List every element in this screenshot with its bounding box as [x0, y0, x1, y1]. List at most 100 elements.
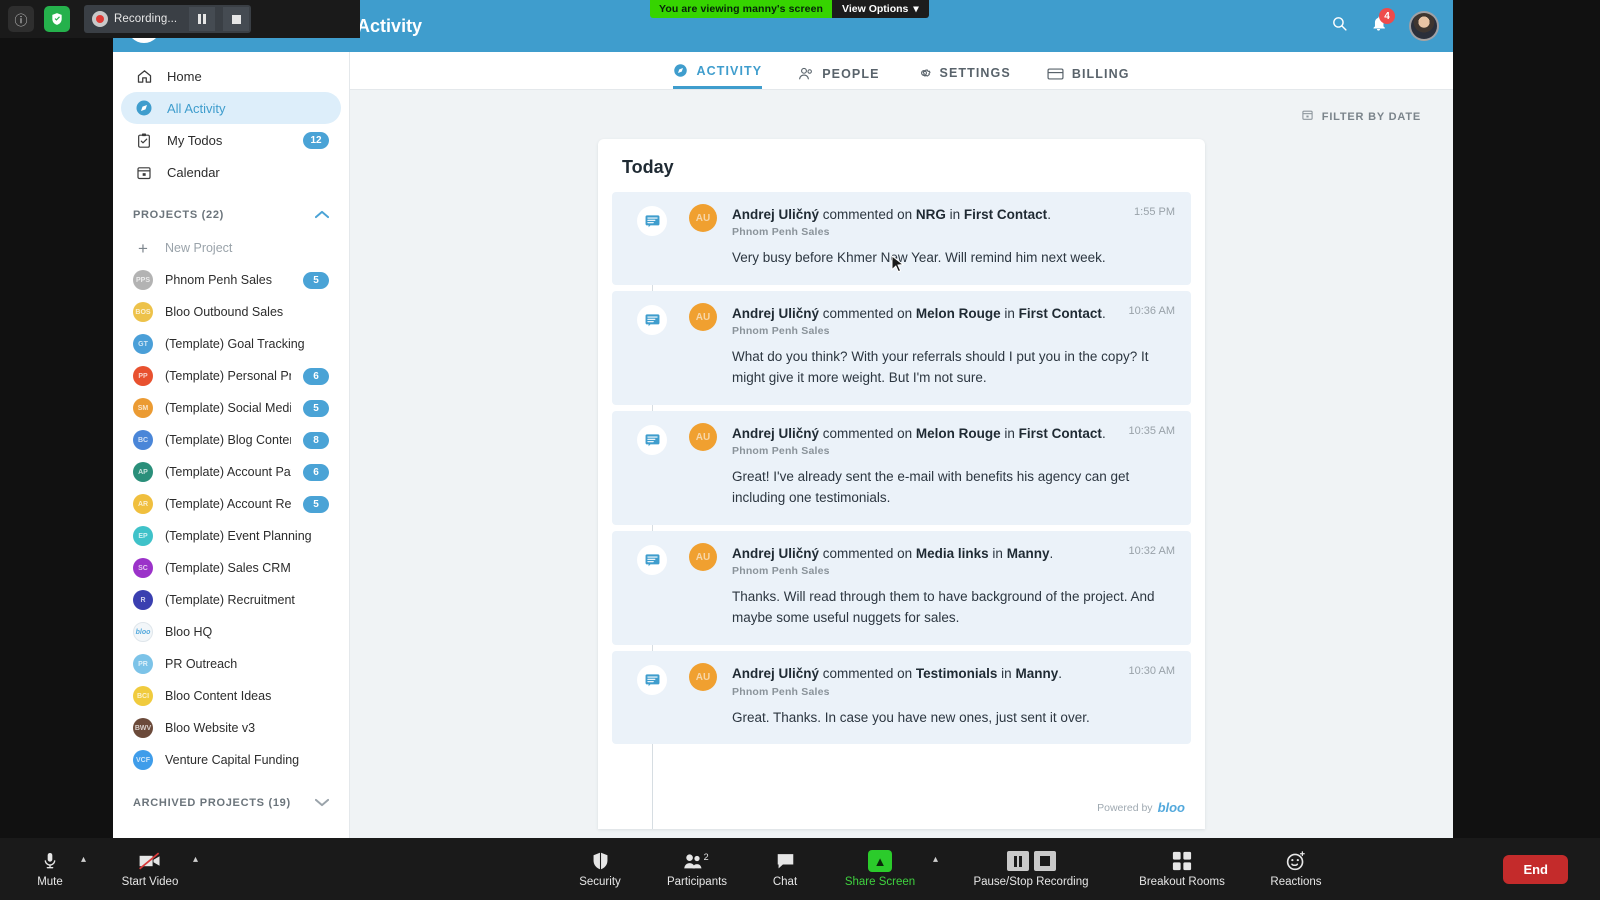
sidebar-project-item[interactable]: BOS Bloo Outbound Sales: [121, 296, 341, 328]
sidebar-project-item[interactable]: R (Template) Recruitment: [121, 584, 341, 616]
tab-activity[interactable]: ACTIVITY: [673, 63, 763, 89]
resources-header[interactable]: RESOURCES: [113, 830, 349, 838]
activity-event[interactable]: AU Andrej Uličný commented on Melon Rouge…: [612, 411, 1191, 526]
reactions-button[interactable]: Reactions: [1260, 850, 1332, 888]
archived-projects-header[interactable]: ARCHIVED PROJECTS (19): [113, 786, 349, 820]
project-count-badge: 6: [303, 367, 329, 385]
end-meeting-button[interactable]: End: [1503, 854, 1568, 884]
pause-icon[interactable]: [1006, 851, 1029, 871]
sidebar-item-home[interactable]: Home: [121, 60, 341, 92]
header-actions: 4: [1331, 8, 1439, 41]
event-main: Andrej Uličný commented on Melon Rouge i…: [732, 305, 1177, 389]
actor-avatar: AU: [689, 543, 717, 572]
sidebar-project-item[interactable]: bloo Bloo HQ: [121, 616, 341, 648]
sidebar-project-item[interactable]: PR PR Outreach: [121, 648, 341, 680]
tab-settings[interactable]: SETTINGS: [916, 65, 1011, 89]
breakout-rooms-button[interactable]: Breakout Rooms: [1130, 850, 1234, 888]
stop-icon[interactable]: [223, 7, 250, 31]
chevron-up-icon[interactable]: ▴: [193, 854, 198, 865]
comment-icon: [637, 206, 667, 236]
avatar[interactable]: [1409, 11, 1439, 41]
chat-button[interactable]: Chat: [762, 850, 808, 888]
shield-icon: [592, 850, 609, 872]
sidebar-item-calendar[interactable]: Calendar: [121, 156, 341, 188]
pause-icon[interactable]: [189, 7, 216, 31]
projects-section-header[interactable]: PROJECTS (22): [113, 198, 349, 232]
view-options-button[interactable]: View Options ▾: [832, 0, 929, 18]
stop-icon[interactable]: [1033, 851, 1056, 871]
new-project-button[interactable]: + New Project: [121, 232, 341, 264]
event-target: NRG: [915, 207, 946, 222]
event-actor: Andrej Uličný: [732, 207, 820, 222]
screen-share-banner: You are viewing manny's screen View Opti…: [650, 0, 929, 18]
shield-icon[interactable]: [44, 6, 70, 32]
start-video-button[interactable]: Start Video ▴: [112, 850, 198, 888]
search-icon[interactable]: [1331, 15, 1348, 37]
project-avatar: EP: [133, 526, 153, 546]
compass-icon: [673, 63, 688, 78]
sidebar-project-item[interactable]: PPS Phnom Penh Sales 5: [121, 264, 341, 296]
event-time: 10:36 AM: [1128, 305, 1175, 318]
sidebar-project-item[interactable]: GT (Template) Goal Tracking: [121, 328, 341, 360]
tab-billing[interactable]: BILLING: [1047, 67, 1130, 89]
bloo-brand-text: bloo: [1157, 800, 1185, 815]
activity-event[interactable]: AU Andrej Uličný commented on Melon Rouge…: [612, 291, 1191, 406]
sidebar-project-item[interactable]: AR (Template) Account Rec... 5: [121, 488, 341, 520]
mouse-cursor: [891, 254, 905, 279]
project-name: (Template) Social Medi...: [165, 401, 291, 415]
participants-button[interactable]: 2 Participants: [658, 850, 736, 888]
pause-stop-recording-label: Pause/Stop Recording: [973, 876, 1089, 888]
sidebar-project-item[interactable]: PP (Template) Personal Pr... 6: [121, 360, 341, 392]
event-verb: commented on: [822, 306, 913, 322]
chevron-down-icon: ▾: [913, 3, 919, 15]
project-avatar: PP: [133, 366, 153, 386]
screen: ⓘ Recording... You are viewing manny's s…: [0, 0, 1600, 900]
chevron-up-icon[interactable]: ▴: [81, 854, 86, 865]
security-button[interactable]: Security: [570, 850, 630, 888]
event-verb: commented on: [822, 207, 913, 222]
mute-button[interactable]: Mute ▴: [20, 850, 86, 888]
recording-pill: Recording...: [84, 5, 252, 33]
bell-icon[interactable]: 4: [1370, 8, 1395, 37]
project-count-badge: 6: [303, 463, 329, 481]
share-screen-label: Share Screen: [844, 876, 916, 888]
sidebar-project-item[interactable]: SM (Template) Social Medi... 5: [121, 392, 341, 424]
sidebar-project-item[interactable]: VCF Venture Capital Funding: [121, 744, 341, 776]
event-main: Andrej Uličný commented on Testimonials …: [732, 665, 1177, 728]
collapse-up-icon[interactable]: [314, 208, 330, 222]
project-list: PPS Phnom Penh Sales 5 BOS Bloo Outbound Sal…: [113, 264, 349, 776]
project-count-badge: 8: [303, 431, 329, 449]
project-avatar: PPS: [133, 270, 153, 290]
event-project: Phnom Penh Sales: [732, 445, 830, 458]
project-count-badge: 5: [303, 495, 329, 513]
activity-event[interactable]: AU Andrej Uličný commented on Media links…: [612, 531, 1191, 646]
powered-by: Powered by bloo: [1097, 800, 1185, 815]
notification-badge: 4: [1379, 8, 1395, 24]
sidebar-project-item[interactable]: SC (Template) Sales CRM: [121, 552, 341, 584]
svg-text:2: 2: [704, 852, 709, 862]
sidebar-project-item[interactable]: BWV Bloo Website v3: [121, 712, 341, 744]
project-avatar: AP: [133, 462, 153, 482]
pause-stop-recording-button[interactable]: Pause/Stop Recording: [958, 850, 1104, 888]
chevron-up-icon[interactable]: ▴: [933, 854, 938, 865]
tab-people[interactable]: PEOPLE: [798, 66, 879, 89]
activity-event[interactable]: AU Andrej Uličný commented on Testimonial…: [612, 651, 1191, 745]
sidebar-project-item[interactable]: BCI Bloo Content Ideas: [121, 680, 341, 712]
project-name: Venture Capital Funding: [165, 753, 300, 767]
project-avatar: BOS: [133, 302, 153, 322]
sidebar-item-all-activity[interactable]: All Activity: [121, 92, 341, 124]
project-name: Bloo Outbound Sales: [165, 305, 284, 319]
event-period: .: [1101, 306, 1106, 322]
info-icon[interactable]: ⓘ: [8, 6, 34, 32]
sidebar-project-item[interactable]: BC (Template) Blog Content 8: [121, 424, 341, 456]
filter-by-date-button[interactable]: FILTER BY DATE: [1301, 108, 1421, 125]
project-name: (Template) Account Pay...: [165, 465, 291, 479]
sidebar-item-my-todos[interactable]: My Todos 12: [121, 124, 341, 156]
expand-down-icon[interactable]: [314, 796, 330, 810]
tab-bar: ACTIVITY PEOPLE SETTINGS BILLING: [350, 52, 1453, 90]
share-screen-button[interactable]: ▲ Share Screen ▴: [836, 850, 938, 888]
archived-projects-title: ARCHIVED PROJECTS (19): [133, 797, 291, 809]
sidebar-project-item[interactable]: AP (Template) Account Pay... 6: [121, 456, 341, 488]
sidebar-project-item[interactable]: EP (Template) Event Planning: [121, 520, 341, 552]
todos-count-badge: 12: [303, 131, 329, 149]
